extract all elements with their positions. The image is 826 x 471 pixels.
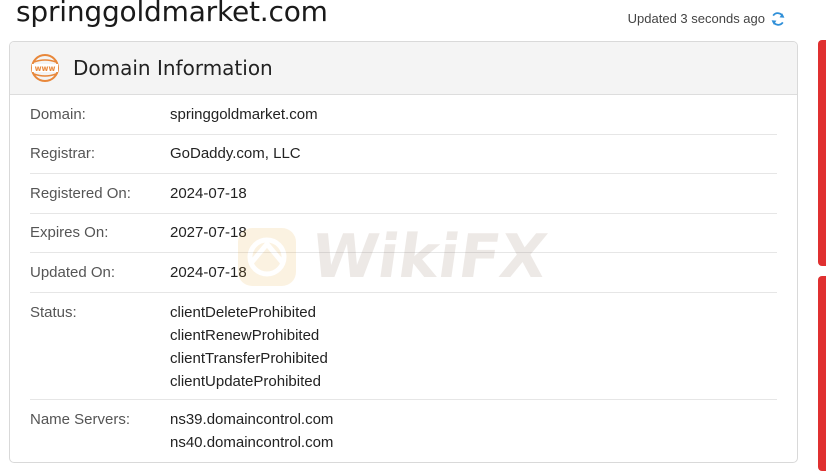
row-registrar: Registrar: GoDaddy.com, LLC	[30, 135, 777, 174]
row-label: Updated On:	[30, 263, 116, 281]
panel-header: www Domain Information	[10, 42, 797, 95]
row-value: 2024-07-18	[170, 263, 247, 281]
status-value: clientUpdateProhibited	[170, 372, 321, 390]
refresh-icon[interactable]	[770, 11, 786, 27]
panel-title: Domain Information	[73, 56, 273, 80]
row-label: Status:	[30, 303, 77, 321]
side-accent-bar	[818, 276, 826, 471]
row-label: Domain:	[30, 105, 86, 123]
page-title: springgoldmarket.com	[16, 0, 328, 28]
row-registered-on: Registered On: 2024-07-18	[30, 174, 777, 214]
row-value: GoDaddy.com, LLC	[170, 145, 301, 163]
row-name-servers: Name Servers: ns39.domaincontrol.com ns4…	[30, 400, 777, 460]
row-value-list: ns39.domaincontrol.com ns40.domaincontro…	[170, 408, 333, 454]
status-value: clientRenewProhibited	[170, 326, 320, 344]
domain-info-panel: www Domain Information Domain: springgol…	[9, 41, 798, 463]
row-domain: Domain: springgoldmarket.com	[30, 95, 777, 135]
status-value: clientTransferProhibited	[170, 349, 328, 367]
row-value-list: clientDeleteProhibited clientRenewProhib…	[170, 301, 328, 393]
row-label: Name Servers:	[30, 410, 131, 428]
row-label: Expires On:	[30, 224, 109, 242]
updated-status: Updated 3 seconds ago	[628, 10, 786, 28]
row-label: Registered On:	[30, 184, 131, 202]
row-label: Registrar:	[30, 145, 96, 163]
info-rows: Domain: springgoldmarket.com Registrar: …	[10, 95, 797, 460]
status-value: clientDeleteProhibited	[170, 303, 316, 321]
row-value: 2027-07-18	[170, 224, 247, 242]
side-accent-bar	[818, 40, 826, 266]
row-status: Status: clientDeleteProhibited clientRen…	[30, 293, 777, 400]
row-updated-on: Updated On: 2024-07-18	[30, 253, 777, 293]
name-server-value: ns39.domaincontrol.com	[170, 410, 334, 428]
name-server-value: ns40.domaincontrol.com	[170, 433, 334, 451]
www-icon: www	[31, 54, 59, 82]
row-value: springgoldmarket.com	[170, 105, 318, 123]
row-expires-on: Expires On: 2027-07-18	[30, 214, 777, 253]
row-value: 2024-07-18	[170, 184, 247, 202]
svg-text:www: www	[35, 64, 56, 73]
updated-text: Updated 3 seconds ago	[627, 11, 765, 26]
